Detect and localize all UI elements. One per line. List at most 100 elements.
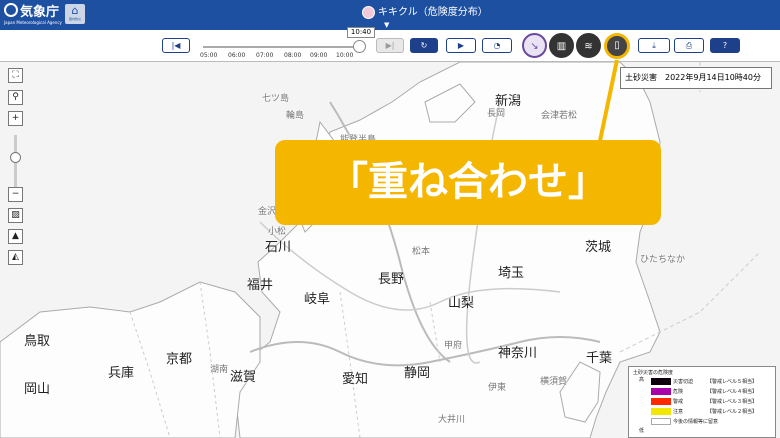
home-label: 国内防災 xyxy=(68,17,81,21)
time-tick: 05:00 xyxy=(200,52,218,59)
legend-swatch xyxy=(651,418,671,425)
jma-logo[interactable]: 気象庁 Japan Meteorological Agency xyxy=(4,3,62,27)
place-label: 甲府 xyxy=(444,341,463,351)
building-icon: ▥ xyxy=(556,41,567,52)
legend-swatch xyxy=(651,388,671,395)
layer-flood-button[interactable]: ≋ xyxy=(576,33,601,58)
relief-icon: ◭ xyxy=(12,252,19,262)
legend-item: 今後の情報等に留意 xyxy=(651,417,775,426)
place-label: 伊東 xyxy=(488,383,507,393)
time-slider-handle[interactable] xyxy=(353,40,366,53)
place-label: 松本 xyxy=(412,247,431,257)
place-label: ひたちなか xyxy=(640,255,686,265)
current-location-button[interactable]: ⚲ xyxy=(8,90,23,105)
header-bar: 気象庁 Japan Meteorological Agency ⌂ 国内防災 キ… xyxy=(0,0,780,30)
refresh-button[interactable]: ↻ xyxy=(410,38,438,53)
legend-item: 危険 【警戒レベル４相当】 xyxy=(651,387,775,396)
layer-kikikuru-button[interactable]: ↘ xyxy=(522,33,547,58)
prefecture-label: 静岡 xyxy=(404,366,431,381)
time-tick: 10:00 xyxy=(336,52,354,59)
fullscreen-button[interactable]: ⛶ xyxy=(8,68,23,83)
layers-icon: ▯ xyxy=(614,40,620,51)
legend-item-level: 【警戒レベル５相当】 xyxy=(707,379,758,385)
skip-start-icon: |◀ xyxy=(171,41,181,50)
prefecture-label: 京都 xyxy=(166,352,193,367)
time-tick: 09:00 xyxy=(310,52,328,59)
help-icon: ? xyxy=(722,41,728,50)
prefecture-label: 長野 xyxy=(378,272,405,287)
time-slider-track[interactable] xyxy=(203,46,359,48)
legend-item-name: 今後の情報等に留意 xyxy=(673,419,719,425)
prefecture-label: 新潟 xyxy=(495,94,522,109)
home-icon: ⌂ xyxy=(71,4,79,17)
prefecture-label: 山梨 xyxy=(448,296,475,311)
prefecture-label: 兵庫 xyxy=(108,366,135,381)
print-button[interactable]: ⎙ xyxy=(674,38,704,53)
legend-swatch xyxy=(651,378,671,385)
current-time: 10:40 xyxy=(347,27,375,38)
mountain-icon: ▲ xyxy=(12,231,19,241)
rewind-button[interactable]: |◀ xyxy=(162,38,190,53)
place-label: 輪島 xyxy=(286,111,305,121)
terrain-button[interactable]: ▲ xyxy=(8,229,23,244)
map-layer-button[interactable]: ▨ xyxy=(8,208,23,223)
download-button[interactable]: ⤓ xyxy=(638,38,670,53)
home-button[interactable]: ⌂ 国内防災 xyxy=(65,4,85,24)
legend-title: 土砂災害の危険度 xyxy=(633,370,674,376)
zoom-in-button[interactable]: + xyxy=(8,111,23,126)
help-button[interactable]: ? xyxy=(710,38,740,53)
overlay-callout: 「重ね合わせ」 xyxy=(275,140,661,225)
place-label: 金沢 xyxy=(258,207,277,217)
map-icon: ▨ xyxy=(11,210,20,220)
risk-legend: 土砂災害の危険度 高 災害切迫 【警戒レベル５相当】 危険 【警戒レベル４相当】… xyxy=(628,366,776,438)
zoom-out-button[interactable]: − xyxy=(8,187,23,202)
prefecture-label: 神奈川 xyxy=(498,346,538,361)
skip-end-icon: ▶| xyxy=(385,41,395,50)
kikikuru-layer-icon: ↘ xyxy=(530,41,539,52)
legend-item: 警戒 【警戒レベル３相当】 xyxy=(651,397,775,406)
prefecture-label: 埼玉 xyxy=(498,266,525,281)
place-label: 横須賀 xyxy=(540,377,568,387)
agency-sub: Japan Meteorological Agency xyxy=(4,20,62,25)
layer-rain-button[interactable]: ▥ xyxy=(549,33,574,58)
legend-item-name: 注意 xyxy=(673,409,684,415)
map-info-box: 土砂災害 2022年9月14日10時40分 xyxy=(620,67,772,89)
zoom-slider-handle[interactable] xyxy=(10,152,21,163)
time-tick: 08:00 xyxy=(284,52,302,59)
time-toolbar: |◀ 10:40 05:00 06:00 07:00 08:00 09:00 1… xyxy=(0,27,780,77)
skip-end-button[interactable]: ▶| xyxy=(376,38,404,53)
speed-button[interactable]: ◔ xyxy=(482,38,512,53)
prefecture-label: 石川 xyxy=(265,240,292,255)
relief-button[interactable]: ◭ xyxy=(8,250,23,265)
time-tick: 07:00 xyxy=(256,52,274,59)
legend-item-level: 【警戒レベル２相当】 xyxy=(707,409,758,415)
legend-item: 災害切迫 【警戒レベル５相当】 xyxy=(651,377,775,386)
legend-item: 注意 【警戒レベル２相当】 xyxy=(651,407,775,416)
print-icon: ⎙ xyxy=(685,41,693,50)
jma-logo-icon xyxy=(4,3,18,17)
place-label: 会津若松 xyxy=(541,111,578,121)
prefecture-label: 鳥取 xyxy=(24,334,51,349)
agency-name: 気象庁 xyxy=(20,5,60,20)
download-icon: ⤓ xyxy=(652,41,656,50)
legend-swatch xyxy=(651,398,671,405)
speedometer-icon: ◔ xyxy=(493,41,501,50)
overlay-button[interactable]: ▯ xyxy=(604,33,630,59)
place-label: 湖南 xyxy=(210,365,229,375)
kikikuru-app: 気象庁 Japan Meteorological Agency ⌂ 国内防災 キ… xyxy=(0,0,780,438)
location-pin-icon: ⚲ xyxy=(12,92,19,102)
prefecture-label: 岐阜 xyxy=(304,292,331,307)
minus-icon: − xyxy=(11,189,20,199)
prefecture-label: 滋賀 xyxy=(230,370,257,385)
river-icon: ≋ xyxy=(584,41,593,52)
map-area[interactable]: 七ツ島 輪島 能登半島 金沢 小松 長岡 会津若松 松本 甲府 横須賀 伊東 大… xyxy=(0,62,780,438)
time-tick: 06:00 xyxy=(228,52,246,59)
kikikuru-icon xyxy=(362,6,375,19)
place-label: 七ツ島 xyxy=(262,94,290,104)
plus-icon: + xyxy=(11,113,20,123)
play-button[interactable]: ▶ xyxy=(446,38,476,53)
prefecture-label: 福井 xyxy=(247,278,274,293)
legend-high: 高 xyxy=(639,377,645,383)
chevron-down-icon[interactable]: ▼ xyxy=(384,21,389,29)
legend-item-name: 警戒 xyxy=(673,399,684,405)
